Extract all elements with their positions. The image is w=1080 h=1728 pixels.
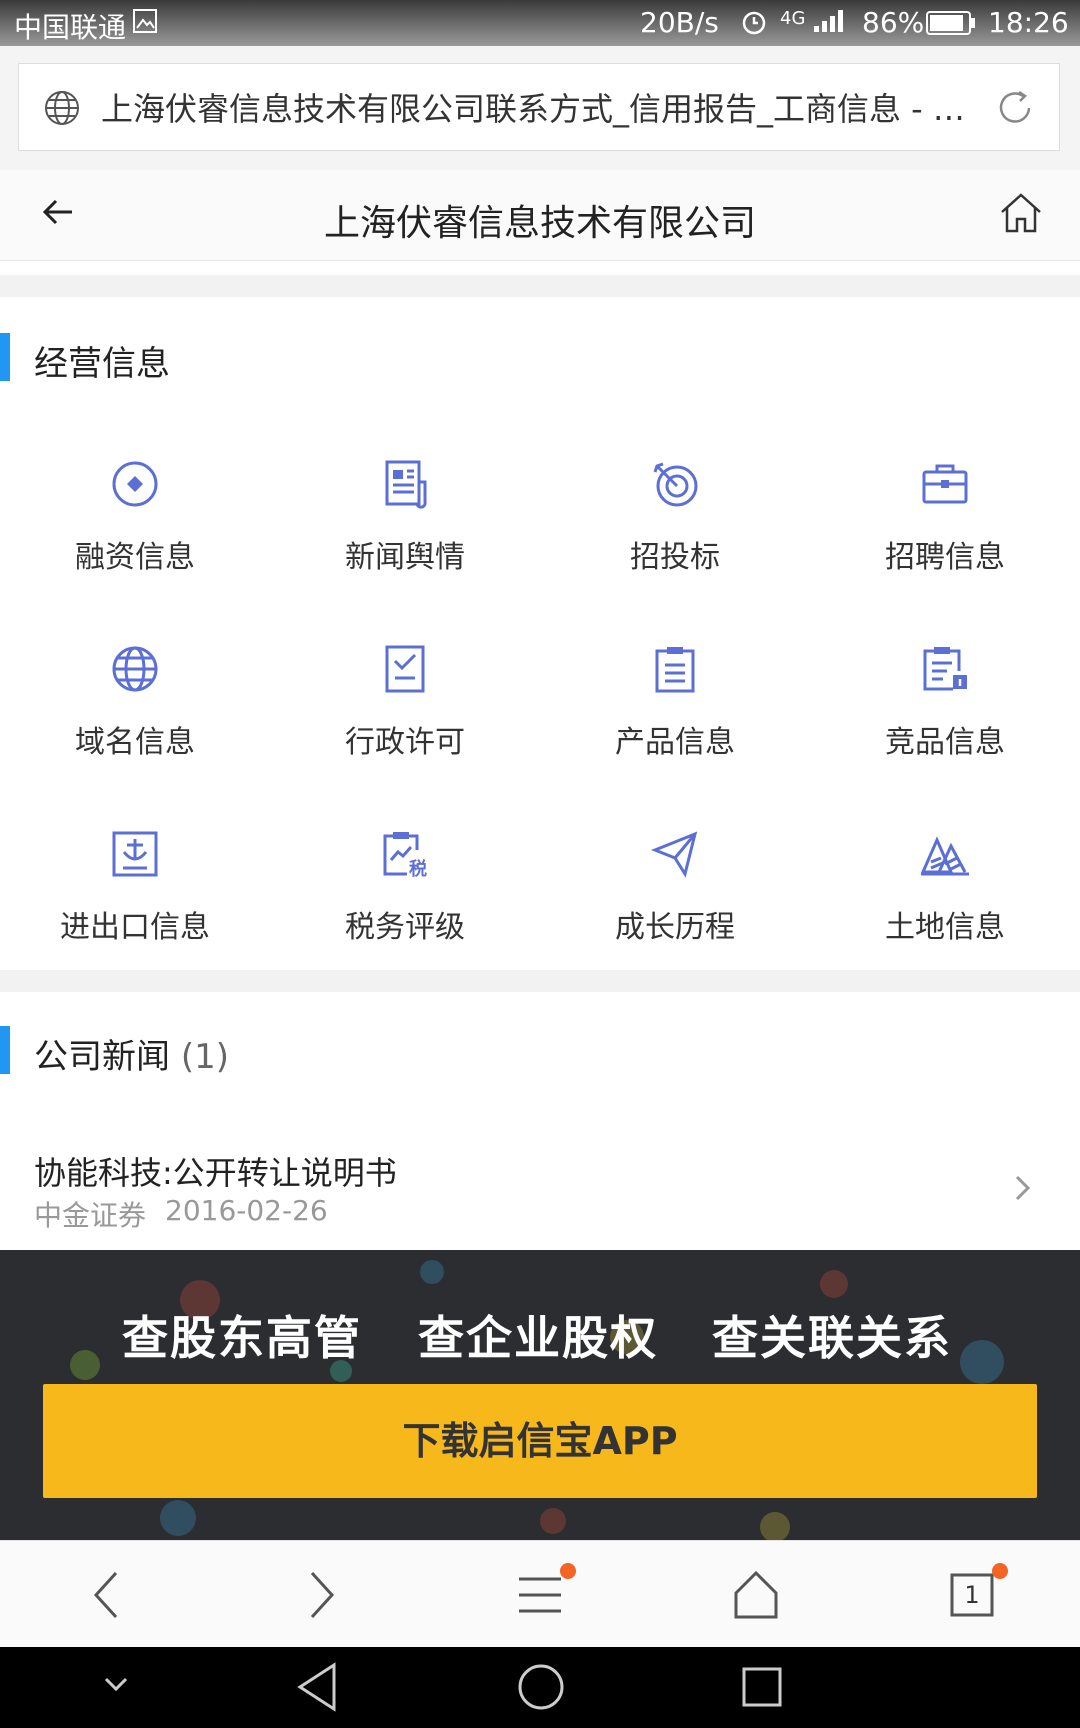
grid-item-recruiting[interactable]: 招聘信息 <box>810 458 1080 608</box>
news-source: 中金证券 <box>34 1199 147 1232</box>
grid-item-news[interactable]: 新闻舆情 <box>270 458 540 608</box>
refresh-icon[interactable] <box>993 86 1037 134</box>
news-count: (1) <box>180 1037 229 1077</box>
news-section-title: 公司新闻 (1) <box>34 1029 229 1078</box>
grid-label: 域名信息 <box>75 725 195 760</box>
grid-item-financing[interactable]: 融资信息 <box>0 458 270 608</box>
home-icon[interactable] <box>998 190 1044 240</box>
page-header: 上海伏睿信息技术有限公司 <box>0 170 1080 261</box>
system-nav-bar <box>0 1647 1080 1728</box>
browser-home-icon[interactable] <box>716 1563 796 1627</box>
banner-phrase-equity: 查企业股权 <box>418 1311 658 1365</box>
grid-item-bidding[interactable]: 招投标 <box>540 458 810 608</box>
carrier-label: 中国联通 <box>14 11 127 44</box>
banner-phrase-shareholders: 查股东高管 <box>122 1311 362 1365</box>
menu-badge <box>560 1563 576 1579</box>
grid-item-tax[interactable]: 税 税务评级 <box>270 828 540 978</box>
svg-text:税: 税 <box>409 858 427 880</box>
license-icon <box>385 645 425 693</box>
nav-recents-icon[interactable] <box>734 1657 790 1721</box>
grid-item-import-export[interactable]: 进出口信息 <box>0 828 270 978</box>
section-accent-bar <box>0 1026 10 1074</box>
browser-forward-icon[interactable] <box>282 1563 362 1627</box>
land-icon <box>920 836 969 876</box>
browser-toolbar: 1 <box>0 1540 1080 1648</box>
address-bar[interactable]: 上海伏睿信息技术有限公司联系方式_信用报告_工商信息 - 启... <box>18 63 1060 151</box>
page-title: 上海伏睿信息技术有限公司 <box>323 203 756 244</box>
competitor-icon <box>923 647 967 691</box>
product-icon <box>655 647 695 693</box>
download-app-button[interactable]: 下载启信宝APP <box>43 1384 1037 1498</box>
globe-icon <box>43 89 81 131</box>
business-section-title: 经营信息 <box>34 344 170 384</box>
nav-home-icon[interactable] <box>513 1657 569 1721</box>
grid-label: 招聘信息 <box>885 540 1005 575</box>
tab-count: 1 <box>964 1581 980 1609</box>
grid-label: 融资信息 <box>75 540 195 575</box>
globe-icon <box>112 646 158 692</box>
chevron-right-icon <box>1012 1172 1034 1208</box>
signal-icon <box>812 8 846 41</box>
tabs-icon[interactable]: 1 <box>932 1563 1012 1627</box>
grid-item-growth[interactable]: 成长历程 <box>540 828 810 978</box>
image-notification-icon <box>132 8 158 41</box>
network-speed: 20B/s <box>640 6 719 39</box>
grid-label: 进出口信息 <box>60 910 210 945</box>
app-promo-banner: 查股东高管 查企业股权 查关联关系 下载启信宝APP <box>0 1250 1080 1540</box>
network-type: 4G <box>780 8 806 29</box>
news-date: 2016-02-26 <box>165 1194 328 1227</box>
grid-label: 行政许可 <box>345 725 465 760</box>
status-bar: 中国联通 20B/s 4G 86% 18:26 <box>0 0 1080 46</box>
banner-phrase-relations: 查关联关系 <box>712 1311 952 1365</box>
battery-icon <box>926 10 976 43</box>
news-section-label: 公司新闻 <box>34 1037 170 1077</box>
grid-item-domain[interactable]: 域名信息 <box>0 643 270 793</box>
grid-label: 招投标 <box>630 540 720 575</box>
grid-item-license[interactable]: 行政许可 <box>270 643 540 793</box>
news-icon <box>385 460 427 509</box>
news-title[interactable]: 协能科技:公开转让说明书 <box>34 1148 397 1194</box>
import-export-icon <box>112 831 158 877</box>
page-url-title[interactable]: 上海伏睿信息技术有限公司联系方式_信用报告_工商信息 - 启... <box>101 84 981 130</box>
grid-item-competitor[interactable]: 竞品信息 <box>810 643 1080 793</box>
nav-back-icon[interactable] <box>292 1657 342 1721</box>
battery-percent: 86% <box>862 6 925 39</box>
section-divider <box>0 275 1080 297</box>
grid-label: 税务评级 <box>345 910 465 945</box>
grid-item-product[interactable]: 产品信息 <box>540 643 810 793</box>
grid-item-land[interactable]: 土地信息 <box>810 828 1080 978</box>
grid-label: 产品信息 <box>615 725 735 760</box>
financing-icon <box>112 461 158 507</box>
tabs-badge <box>992 1563 1008 1579</box>
grid-label: 成长历程 <box>615 910 735 945</box>
grid-label: 新闻舆情 <box>345 540 465 575</box>
bidding-icon <box>653 462 698 507</box>
section-accent-bar <box>0 333 10 381</box>
address-bar-area: 上海伏睿信息技术有限公司联系方式_信用报告_工商信息 - 启... <box>0 46 1080 171</box>
chevron-down-icon[interactable] <box>96 1669 136 1703</box>
paper-plane-icon <box>650 831 698 878</box>
briefcase-icon <box>922 464 968 504</box>
section-divider <box>0 970 1080 992</box>
grid-label: 土地信息 <box>885 910 1005 945</box>
menu-icon[interactable] <box>500 1563 580 1627</box>
clock: 18:26 <box>988 6 1069 39</box>
grid-label: 竞品信息 <box>885 725 1005 760</box>
tax-icon: 税 <box>383 832 427 880</box>
browser-back-icon[interactable] <box>66 1563 146 1627</box>
alarm-icon <box>740 8 768 43</box>
